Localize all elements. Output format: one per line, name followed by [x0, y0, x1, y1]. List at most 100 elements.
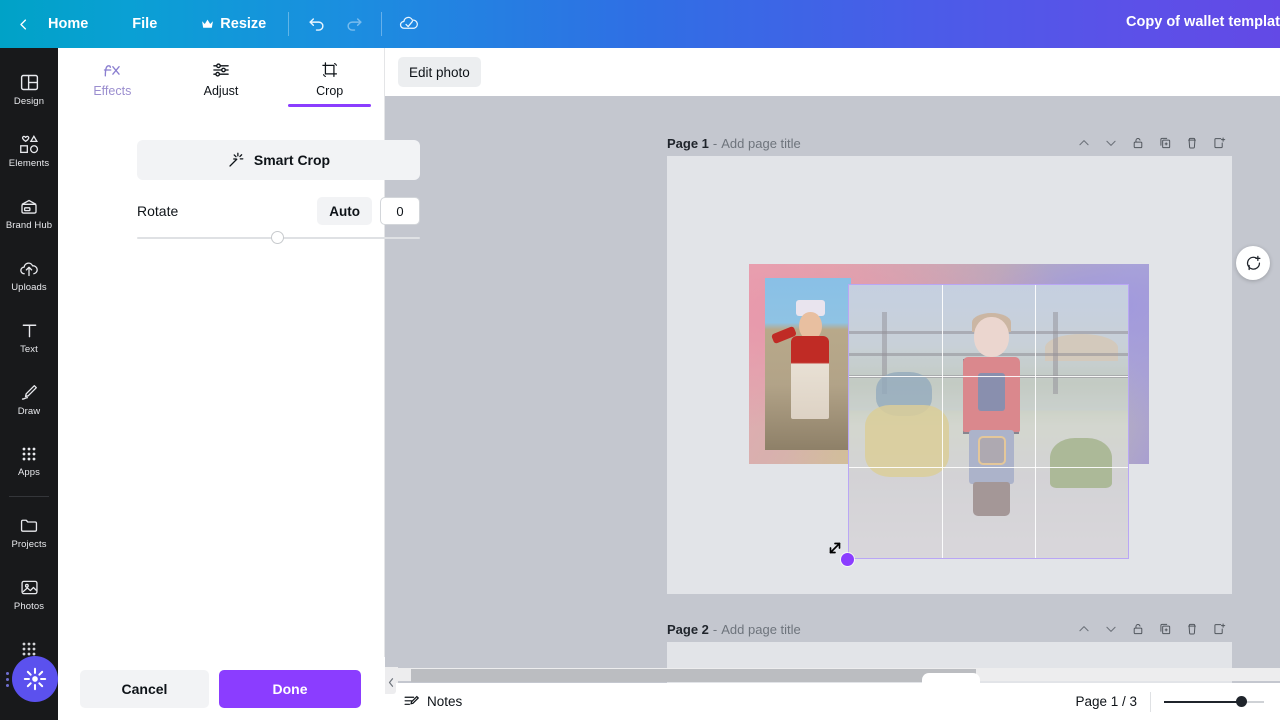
- add-page-icon[interactable]: [1205, 618, 1232, 640]
- left-rail: Design Elements Brand Hub: [0, 48, 58, 720]
- fx-effects-icon: [101, 60, 123, 80]
- document-title[interactable]: Copy of wallet template: [1126, 14, 1280, 30]
- upload-cloud-icon: [18, 258, 40, 279]
- rotate-value: 0: [396, 204, 403, 219]
- add-page-icon[interactable]: [1205, 132, 1232, 154]
- chevron-up-icon[interactable]: [1070, 618, 1097, 640]
- photo-girl[interactable]: [765, 278, 851, 450]
- lock-icon[interactable]: [1124, 132, 1151, 154]
- lock-icon[interactable]: [1124, 618, 1151, 640]
- photo-image-icon: [19, 577, 40, 598]
- home-button[interactable]: Home: [36, 8, 100, 40]
- cancel-label: Cancel: [122, 681, 168, 697]
- redo-icon[interactable]: [337, 7, 371, 41]
- canva-editor-window: Home File Resize Copy of wallet template: [0, 0, 1280, 720]
- sidebar-item-label: Design: [14, 96, 44, 107]
- toolbar-divider-2: [381, 12, 382, 36]
- edit-photo-button[interactable]: Edit photo: [398, 57, 481, 87]
- done-label: Done: [273, 681, 308, 697]
- undo-icon[interactable]: [299, 7, 333, 41]
- smart-crop-label: Smart Crop: [254, 152, 330, 168]
- sidebar-item-label: Photos: [14, 601, 44, 612]
- smart-crop-button[interactable]: Smart Crop: [137, 140, 420, 180]
- duplicate-page-icon[interactable]: [1151, 618, 1178, 640]
- file-menu-button[interactable]: File: [120, 8, 169, 40]
- crop-grid-line-h2: [849, 467, 1128, 468]
- sidebar-item-label: Apps: [18, 467, 40, 478]
- notes-icon: [403, 693, 420, 710]
- toolbar-divider-1: [288, 12, 289, 36]
- sidebar-item-label: Text: [20, 344, 38, 355]
- back-button[interactable]: [10, 11, 36, 37]
- girl-dress: [791, 336, 829, 419]
- rotate-slider[interactable]: [137, 228, 420, 248]
- magic-wand-icon: [227, 151, 245, 169]
- collapse-panel-button[interactable]: [385, 670, 396, 694]
- rail-divider: [9, 496, 49, 497]
- page-title: Page 2: [667, 622, 709, 637]
- duplicate-page-icon[interactable]: [1151, 132, 1178, 154]
- notes-button[interactable]: Notes: [403, 693, 462, 710]
- sidebar-item-design[interactable]: Design: [0, 58, 58, 120]
- sidebar-item-projects[interactable]: Projects: [0, 501, 58, 563]
- sidebar-item-brand-hub[interactable]: Brand Hub: [0, 182, 58, 244]
- sidebar-item-label: Projects: [11, 539, 46, 550]
- chevron-up-icon[interactable]: [1070, 132, 1097, 154]
- crop-rotate-icon: [319, 60, 341, 80]
- bottombar-divider: [1150, 692, 1151, 712]
- add-comment-icon: [1244, 254, 1263, 273]
- resize-button[interactable]: Resize: [189, 8, 278, 40]
- bottom-status-bar: Notes Page 1 / 3: [385, 683, 1280, 720]
- magic-studio-button[interactable]: [12, 656, 58, 702]
- apps-grid-icon: [19, 444, 39, 464]
- top-toolbar: Home File Resize Copy of wallet template: [0, 0, 1280, 48]
- sidebar-item-apps[interactable]: Apps: [0, 430, 58, 492]
- file-label: File: [132, 16, 157, 32]
- scrollbar-thumb[interactable]: [411, 669, 976, 682]
- zoom-slider-knob[interactable]: [1236, 696, 1247, 707]
- sidebar-item-elements[interactable]: Elements: [0, 120, 58, 182]
- sidebar-item-label: Uploads: [11, 282, 47, 293]
- delete-trash-icon[interactable]: [1178, 618, 1205, 640]
- rotate-value-input[interactable]: 0: [380, 197, 420, 225]
- page-title-separator: -: [713, 622, 717, 637]
- sidebar-item-label: Draw: [18, 406, 41, 417]
- sidebar-item-photos[interactable]: Photos: [0, 563, 58, 625]
- tab-adjust[interactable]: Adjust: [167, 48, 276, 104]
- crop-grid-line-v2: [1035, 285, 1036, 558]
- page-title-input[interactable]: Add page title: [721, 136, 801, 151]
- page-title-input[interactable]: Add page title: [721, 622, 801, 637]
- brand-hub-icon: [18, 196, 40, 217]
- canvas-scroll-region[interactable]: Page 1 - Add page title: [385, 88, 1280, 716]
- sidebar-item-draw[interactable]: Draw: [0, 368, 58, 430]
- add-comment-button[interactable]: [1236, 246, 1270, 280]
- tab-crop[interactable]: Crop: [275, 48, 384, 104]
- folder-icon: [18, 515, 40, 536]
- rotate-slider-knob[interactable]: [271, 231, 284, 244]
- draw-pen-icon: [19, 382, 40, 403]
- sidebar-item-label: Brand Hub: [6, 220, 52, 231]
- delete-trash-icon[interactable]: [1178, 132, 1205, 154]
- done-button[interactable]: Done: [219, 670, 361, 708]
- crop-selection-area[interactable]: [848, 284, 1129, 559]
- page-canvas-1[interactable]: [667, 156, 1232, 594]
- chevron-down-icon[interactable]: [1097, 618, 1124, 640]
- horizontal-scrollbar[interactable]: [385, 667, 1280, 683]
- drag-handle-dots: [6, 672, 9, 687]
- chevron-down-icon[interactable]: [1097, 132, 1124, 154]
- cloud-check-icon[interactable]: [392, 7, 426, 41]
- scrollbar-track[interactable]: [398, 668, 1280, 681]
- cancel-button[interactable]: Cancel: [80, 670, 209, 708]
- home-label: Home: [48, 16, 88, 32]
- sidebar-item-text[interactable]: Text: [0, 306, 58, 368]
- resize-cursor: [826, 539, 844, 557]
- page-indicator[interactable]: Page 1 / 3: [1075, 694, 1137, 709]
- crop-side-panel: Effects Adjust: [58, 48, 385, 720]
- sidebar-item-uploads[interactable]: Uploads: [0, 244, 58, 306]
- tab-effects[interactable]: Effects: [58, 48, 167, 104]
- crown-icon: [201, 19, 214, 29]
- rotate-auto-button[interactable]: Auto: [317, 197, 372, 225]
- crop-bounding-box[interactable]: [848, 284, 1129, 559]
- photo-edit-tabs: Effects Adjust: [58, 48, 384, 104]
- zoom-slider[interactable]: [1164, 694, 1264, 710]
